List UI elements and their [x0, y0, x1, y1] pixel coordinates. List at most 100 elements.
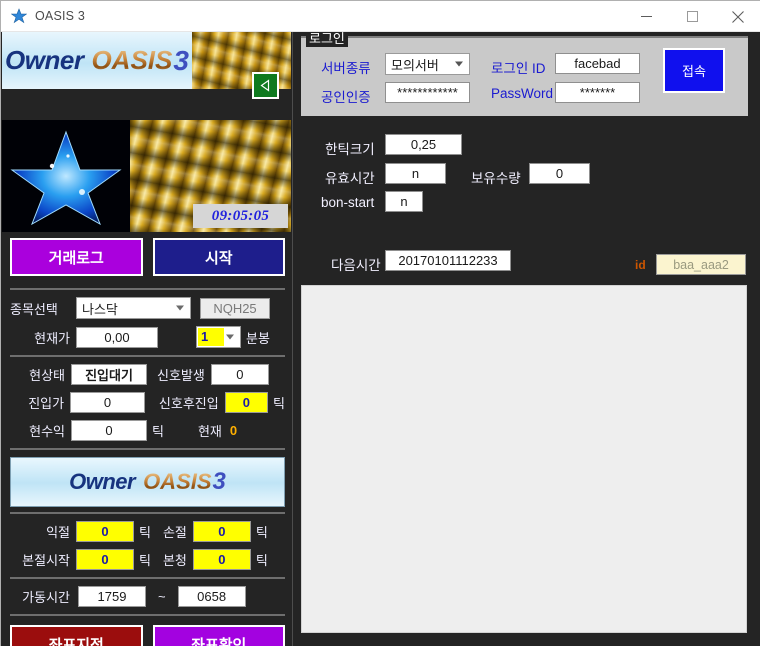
content-panel[interactable] — [301, 285, 747, 633]
app-window: OASIS 3 Owner OASIS 3 09:05:05 거래로그 시작 종… — [0, 0, 760, 646]
star-icon — [11, 8, 27, 24]
id-tag-label: id — [635, 258, 646, 272]
symbol-select[interactable]: 나스닥 — [76, 297, 191, 319]
cert-label: 공인인증 — [321, 90, 371, 105]
top-banner: Owner OASIS 3 — [2, 32, 291, 89]
id-tag-field: baa_aaa2 — [656, 254, 746, 275]
brand-logo: Owner OASIS 3 — [2, 32, 192, 89]
chevron-down-icon — [226, 334, 234, 340]
action-button-row: 거래로그 시작 — [10, 238, 285, 276]
server-select[interactable]: 모의서버 — [385, 53, 470, 75]
cert-field[interactable]: ************ — [385, 82, 470, 103]
login-id-field[interactable]: facebad — [555, 53, 640, 74]
symbol-select-row: 종목선택 나스닥 NQH25 — [10, 297, 285, 319]
runtime-to-field[interactable]: 0658 — [177, 586, 246, 607]
breakeven-start-field[interactable]: 0 — [76, 549, 134, 570]
clock-display: 09:05:05 — [193, 204, 288, 228]
logo-oasis-text: OASIS — [143, 469, 212, 494]
chevron-down-icon — [455, 61, 463, 67]
minute-bar-select[interactable]: 1 — [196, 326, 241, 348]
take-profit-row: 익절 0 틱 손절 0 틱 — [10, 521, 285, 542]
entry-price-field[interactable]: 0 — [70, 392, 145, 413]
stop-loss-field[interactable]: 0 — [192, 521, 251, 542]
holding-qty-field[interactable]: 0 — [529, 163, 590, 184]
server-label: 서버종류 — [321, 61, 371, 76]
current-price-field[interactable]: 0,00 — [76, 326, 158, 348]
window-controls — [623, 1, 760, 32]
logo-owner-text: Owner — [69, 469, 136, 494]
divider — [10, 614, 285, 616]
password-field[interactable]: ******* — [555, 82, 640, 103]
state-row: 현상태 진입대기 신호발생 0 — [10, 364, 285, 385]
blue-star-image — [2, 120, 130, 232]
now-label: 현재 — [197, 424, 222, 439]
breakeven-start-label: 본절시작 — [22, 553, 70, 568]
next-time-label: 다음시간 — [331, 258, 381, 273]
signal-label: 신호발생 — [157, 368, 205, 383]
runtime-row: 가동시간 1759 ~ 0658 — [10, 586, 285, 607]
connect-button[interactable]: 접속 — [663, 48, 725, 93]
collapse-left-icon[interactable] — [252, 72, 279, 99]
state-field: 진입대기 — [71, 364, 147, 385]
take-profit-unit: 틱 — [139, 525, 151, 540]
runtime-separator: ~ — [158, 589, 166, 604]
symbol-select-label: 종목선택 — [10, 301, 58, 317]
coordinate-button-row: 좌표지정 좌표확인 — [10, 625, 285, 646]
current-price-label: 현재가 — [34, 330, 70, 346]
profit-unit: 틱 — [152, 424, 164, 439]
coordinate-check-button[interactable]: 좌표확인 — [152, 625, 285, 646]
title-bar: OASIS 3 — [1, 1, 760, 32]
divider — [10, 355, 285, 357]
symbol-code-field: NQH25 — [200, 297, 270, 319]
profit-row: 현수익 0 틱 현재 0 — [10, 420, 285, 441]
take-profit-field[interactable]: 0 — [76, 521, 134, 542]
login-group: 로그인 서버종류 모의서버 공인인증 ************ 로그인 ID f… — [301, 32, 748, 116]
minute-bar-label: 분봉 — [246, 330, 270, 346]
left-controls: 거래로그 시작 종목선택 나스닥 NQH25 현재가 0,00 1 분봉 현상태… — [10, 238, 285, 646]
stop-loss-unit: 틱 — [255, 525, 268, 540]
profit-field[interactable]: 0 — [71, 420, 147, 441]
login-id-label: 로그인 ID — [491, 61, 546, 76]
profit-label: 현수익 — [29, 424, 65, 439]
tick-size-field[interactable]: 0,25 — [385, 134, 462, 155]
current-price-row: 현재가 0,00 1 분봉 — [10, 326, 285, 348]
start-button[interactable]: 시작 — [152, 238, 285, 276]
gold-bars-hero-image: 09:05:05 — [130, 120, 291, 232]
runtime-from-field[interactable]: 1759 — [78, 586, 146, 607]
bon-start-field[interactable]: n — [385, 191, 423, 212]
tick-size-label: 한틱크기 — [325, 142, 375, 157]
divider — [10, 577, 285, 579]
next-time-field[interactable]: 20170101112233 — [385, 250, 511, 271]
runtime-label: 가동시간 — [22, 590, 70, 605]
after-signal-unit: 틱 — [273, 396, 285, 411]
symbol-select-value: 나스닥 — [82, 301, 118, 317]
entry-price-label: 진입가 — [28, 396, 65, 411]
valid-time-field[interactable]: n — [385, 163, 446, 184]
stop-loss-label: 손절 — [162, 525, 187, 540]
logo-version-text: 3 — [212, 468, 226, 495]
after-signal-field[interactable]: 0 — [224, 392, 269, 413]
left-panel: Owner OASIS 3 09:05:05 거래로그 시작 종목선택 나스닥 … — [1, 32, 292, 646]
bon-start-label: bon-start — [321, 195, 375, 210]
breakeven-field[interactable]: 0 — [192, 549, 251, 570]
close-button[interactable] — [715, 1, 760, 32]
logo-version-text: 3 — [173, 44, 189, 76]
divider — [10, 448, 285, 450]
now-value: 0 — [229, 423, 238, 438]
breakeven-unit: 틱 — [255, 553, 268, 568]
signal-field[interactable]: 0 — [210, 364, 269, 385]
chevron-down-icon — [176, 305, 184, 311]
divider — [10, 288, 285, 290]
valid-time-label: 유효시간 — [325, 171, 375, 186]
logo-oasis-text: OASIS — [91, 45, 173, 75]
app-body: Owner OASIS 3 09:05:05 거래로그 시작 종목선택 나스닥 … — [1, 32, 760, 646]
trade-log-button[interactable]: 거래로그 — [10, 238, 143, 276]
coordinate-set-button[interactable]: 좌표지정 — [10, 625, 143, 646]
divider — [10, 512, 285, 514]
breakeven-row: 본절시작 0 틱 본청 0 틱 — [10, 549, 285, 570]
minute-bar-value: 1 — [198, 328, 224, 346]
login-legend: 로그인 — [306, 32, 348, 47]
password-label: PassWord — [491, 86, 554, 101]
maximize-button[interactable] — [669, 1, 715, 32]
minimize-button[interactable] — [623, 1, 669, 32]
